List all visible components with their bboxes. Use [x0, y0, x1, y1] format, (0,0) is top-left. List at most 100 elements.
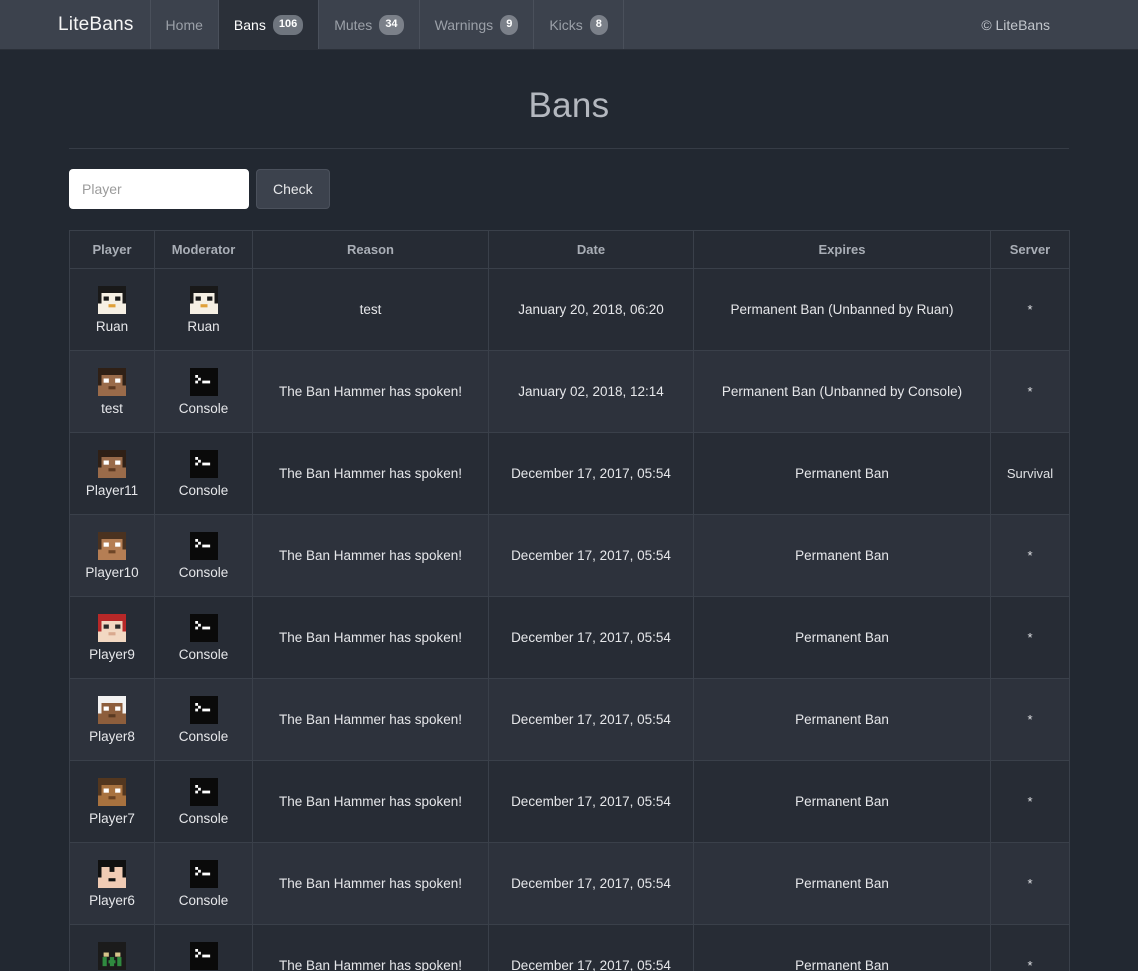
player-cell-inner: Player7 — [74, 778, 150, 826]
cell-server: * — [991, 761, 1070, 843]
cell-moderator[interactable]: Console — [155, 351, 253, 433]
player-avatar — [98, 860, 126, 888]
check-button[interactable]: Check — [256, 169, 330, 209]
cell-expires: Permanent Ban (Unbanned by Ruan) — [694, 269, 991, 351]
moderator-cell-inner: Console — [159, 532, 248, 580]
cell-moderator[interactable]: Console — [155, 515, 253, 597]
bans-table-wrapper: Player Moderator Reason Date Expires Ser… — [69, 230, 1069, 971]
moderator-cell-inner: Ruan — [159, 286, 248, 334]
nav-item-label: Mutes — [334, 17, 372, 33]
col-header-player[interactable]: Player — [70, 231, 155, 269]
player-cell-inner: Player5 — [74, 942, 150, 971]
player-name: Player6 — [89, 893, 135, 908]
table-row[interactable]: Player11ConsoleThe Ban Hammer has spoken… — [70, 433, 1070, 515]
cell-player[interactable]: Player11 — [70, 433, 155, 515]
cell-player[interactable]: Player10 — [70, 515, 155, 597]
cell-player[interactable]: Player8 — [70, 679, 155, 761]
table-row[interactable]: Player7ConsoleThe Ban Hammer has spoken!… — [70, 761, 1070, 843]
cell-moderator[interactable]: Console — [155, 679, 253, 761]
player-avatar — [98, 696, 126, 724]
moderator-cell-inner: Console — [159, 860, 248, 908]
player-avatar — [98, 450, 126, 478]
cell-reason: The Ban Hammer has spoken! — [253, 515, 489, 597]
cell-reason: The Ban Hammer has spoken! — [253, 679, 489, 761]
cell-player[interactable]: test — [70, 351, 155, 433]
col-header-server[interactable]: Server — [991, 231, 1070, 269]
cell-reason: The Ban Hammer has spoken! — [253, 761, 489, 843]
nav-mutes[interactable]: Mutes34 — [319, 0, 419, 49]
player-cell-inner: Player9 — [74, 614, 150, 662]
moderator-name: Console — [179, 893, 229, 908]
navbar: LiteBans HomeBans106Mutes34Warnings9Kick… — [0, 0, 1138, 50]
search-input[interactable] — [69, 169, 249, 209]
moderator-name: Ruan — [187, 319, 219, 334]
moderator-name: Console — [179, 565, 229, 580]
cell-player[interactable]: Player5 — [70, 925, 155, 971]
cell-player[interactable]: Player7 — [70, 761, 155, 843]
cell-server: * — [991, 679, 1070, 761]
cell-date: December 17, 2017, 05:54 — [489, 515, 694, 597]
player-name: Player11 — [86, 483, 138, 498]
brand-logo[interactable]: LiteBans — [42, 0, 151, 49]
col-header-date[interactable]: Date — [489, 231, 694, 269]
console-icon — [190, 860, 218, 888]
cell-server: * — [991, 597, 1070, 679]
cell-reason: The Ban Hammer has spoken! — [253, 351, 489, 433]
cell-moderator[interactable]: Console — [155, 761, 253, 843]
bans-table: Player Moderator Reason Date Expires Ser… — [69, 230, 1070, 971]
nav-warnings[interactable]: Warnings9 — [420, 0, 535, 49]
moderator-name: Console — [179, 647, 229, 662]
moderator-name: Console — [179, 483, 229, 498]
table-row[interactable]: testConsoleThe Ban Hammer has spoken!Jan… — [70, 351, 1070, 433]
col-header-expires[interactable]: Expires — [694, 231, 991, 269]
nav-kicks[interactable]: Kicks 8 — [534, 0, 624, 49]
cell-expires: Permanent Ban — [694, 843, 991, 925]
search-form: Check — [69, 169, 1069, 209]
moderator-cell-inner: Console — [159, 778, 248, 826]
col-header-reason[interactable]: Reason — [253, 231, 489, 269]
table-row[interactable]: Player5ConsoleThe Ban Hammer has spoken!… — [70, 925, 1070, 971]
console-icon — [190, 942, 218, 970]
console-icon — [190, 778, 218, 806]
cell-date: December 17, 2017, 05:54 — [489, 843, 694, 925]
cell-expires: Permanent Ban — [694, 679, 991, 761]
nav-item-label: Kicks — [549, 17, 582, 33]
table-row[interactable]: Player6 Console The Ban Hammer has spoken!… — [70, 843, 1070, 925]
player-avatar — [98, 368, 126, 396]
nav-item-badge: 8 — [590, 15, 608, 35]
moderator-avatar — [190, 286, 218, 314]
player-avatar — [98, 286, 126, 314]
cell-reason: The Ban Hammer has spoken! — [253, 843, 489, 925]
cell-date: January 02, 2018, 12:14 — [489, 351, 694, 433]
cell-moderator[interactable]: Console — [155, 597, 253, 679]
cell-moderator[interactable]: Console — [155, 433, 253, 515]
player-cell-inner: Player11 — [74, 450, 150, 498]
moderator-cell-inner: Console — [159, 614, 248, 662]
nav-bans[interactable]: Bans106 — [219, 0, 319, 49]
cell-moderator[interactable]: Console — [155, 843, 253, 925]
cell-player[interactable]: Player9 — [70, 597, 155, 679]
cell-server: * — [991, 269, 1070, 351]
cell-expires: Permanent Ban — [694, 925, 991, 971]
console-icon — [190, 696, 218, 724]
player-name: Player8 — [89, 729, 135, 744]
col-header-moderator[interactable]: Moderator — [155, 231, 253, 269]
table-row[interactable]: Player9ConsoleThe Ban Hammer has spoken!… — [70, 597, 1070, 679]
cell-moderator[interactable]: Console — [155, 925, 253, 971]
cell-server: * — [991, 351, 1070, 433]
cell-player[interactable]: Ruan — [70, 269, 155, 351]
table-row[interactable]: RuanRuantestJanuary 20, 2018, 06:20Perma… — [70, 269, 1070, 351]
table-row[interactable]: Player8 ConsoleThe Ban Hammer has spoken!… — [70, 679, 1070, 761]
player-cell-inner: Ruan — [74, 286, 150, 334]
cell-server: Survival — [991, 433, 1070, 515]
navbar-left: LiteBans HomeBans106Mutes34Warnings9Kick… — [0, 0, 624, 49]
nav-home[interactable]: Home — [151, 0, 219, 49]
console-icon — [190, 532, 218, 560]
console-icon — [190, 450, 218, 478]
main-container: Bans Check Player Moderator Reason Date … — [69, 50, 1069, 971]
console-icon — [190, 368, 218, 396]
cell-date: December 17, 2017, 05:54 — [489, 597, 694, 679]
cell-moderator[interactable]: Ruan — [155, 269, 253, 351]
table-row[interactable]: Player10 Console The Ban Hammer has spoken… — [70, 515, 1070, 597]
cell-player[interactable]: Player6 — [70, 843, 155, 925]
